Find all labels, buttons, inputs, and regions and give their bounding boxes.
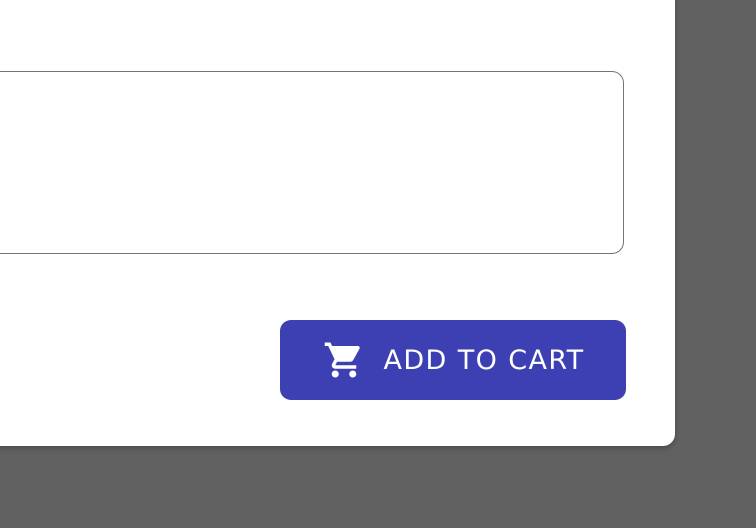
add-to-cart-button[interactable]: ADD TO CART <box>280 320 626 400</box>
text-area-field[interactable] <box>0 71 624 254</box>
add-to-cart-label: ADD TO CART <box>383 344 585 376</box>
cart-icon <box>322 338 366 382</box>
